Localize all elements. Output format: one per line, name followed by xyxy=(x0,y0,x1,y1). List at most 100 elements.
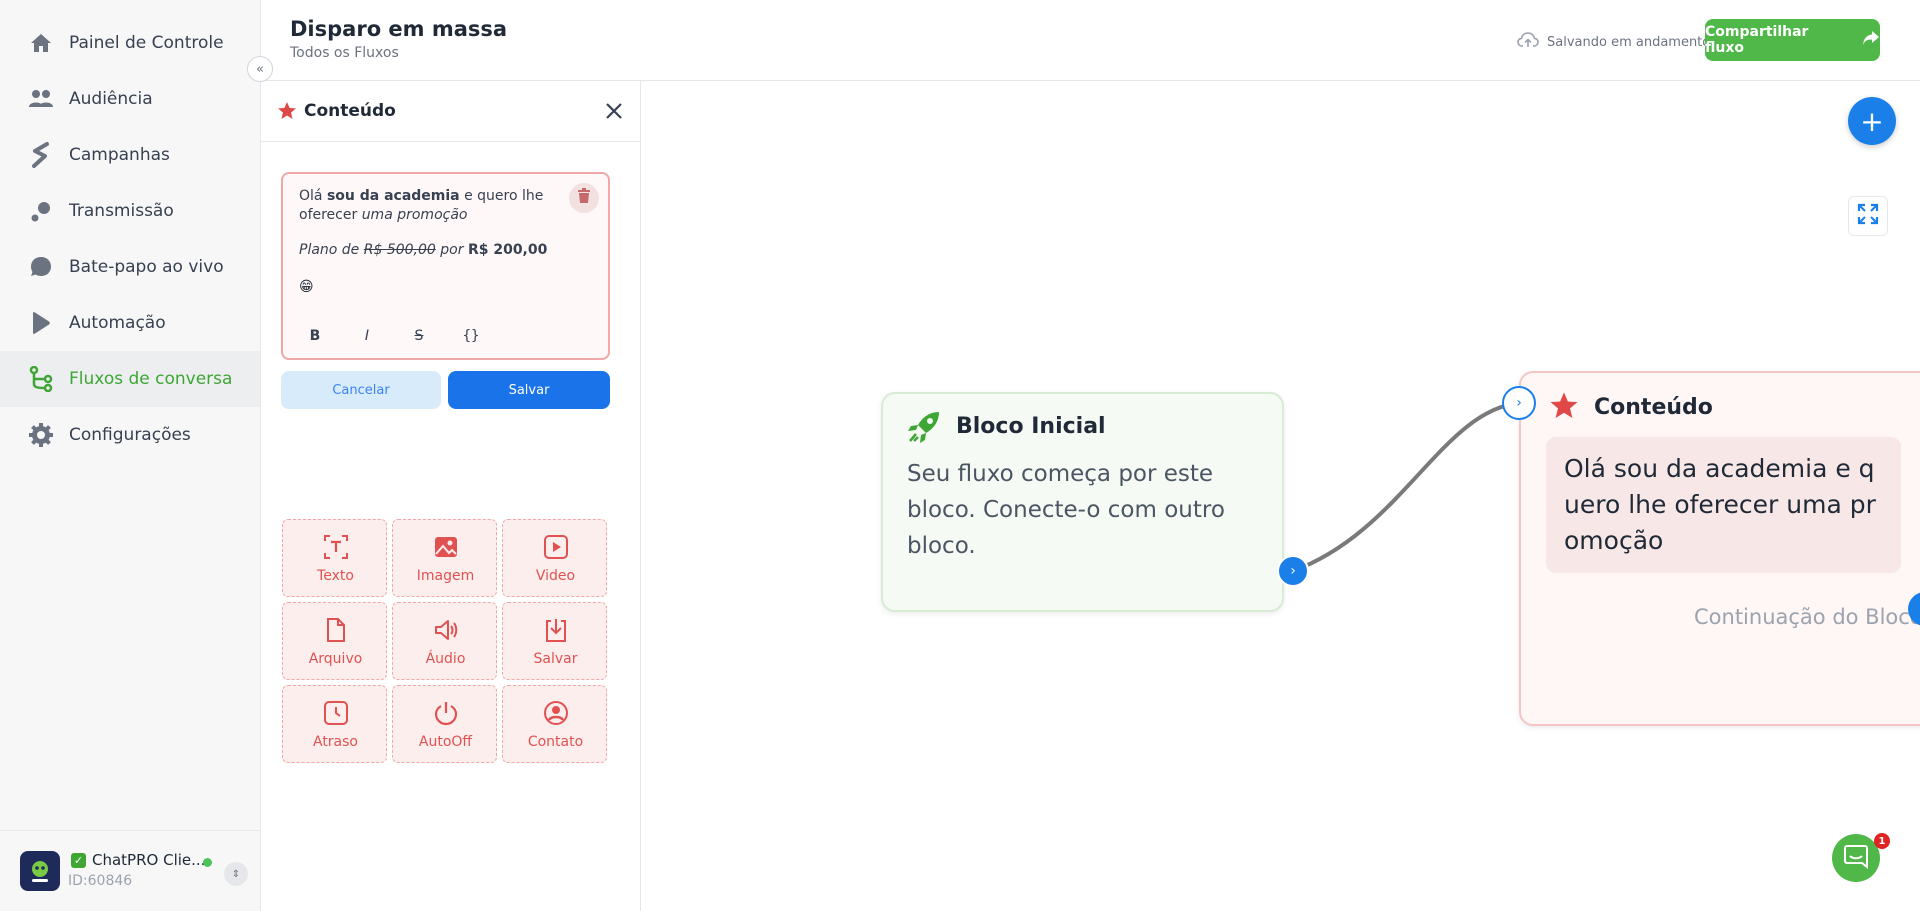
audio-icon xyxy=(433,617,459,643)
sidebar-item-configuracoes[interactable]: Configurações xyxy=(0,407,260,463)
image-icon xyxy=(433,534,459,560)
star-icon xyxy=(277,101,297,125)
sidebar-item-label: Fluxos de conversa xyxy=(69,369,233,389)
sidebar-item-bate-papo[interactable]: Bate-papo ao vivo xyxy=(0,239,260,295)
italic-button[interactable]: I xyxy=(355,328,379,344)
broadcast-icon xyxy=(27,197,55,225)
page-title: Disparo em massa xyxy=(290,17,508,41)
text-icon xyxy=(323,534,349,560)
gear-icon xyxy=(27,421,55,449)
home-icon xyxy=(27,29,55,57)
sidebar-item-campanhas[interactable]: Campanhas xyxy=(0,127,260,183)
save-button[interactable]: Salvar xyxy=(448,371,610,409)
editor-italic-text: uma promoção xyxy=(361,207,468,223)
tool-label: Contato xyxy=(527,734,584,750)
sidebar-item-transmissao[interactable]: Transmissão xyxy=(0,183,260,239)
tool-autooff[interactable]: AutoOff xyxy=(392,685,497,763)
tool-audio[interactable]: Áudio xyxy=(392,602,497,680)
sidebar-item-label: Bate-papo ao vivo xyxy=(69,257,224,277)
tool-texto[interactable]: Texto xyxy=(282,519,387,597)
sidebar-item-automacao[interactable]: Automação xyxy=(0,295,260,351)
tool-video[interactable]: Video xyxy=(502,519,607,597)
tool-label: Video xyxy=(535,568,576,584)
account-id: ID:60846 xyxy=(68,873,133,889)
chevron-updown-icon[interactable]: ⇕ xyxy=(224,862,248,886)
breadcrumb[interactable]: Todos os Fluxos xyxy=(290,45,399,61)
panel-header: Conteúdo xyxy=(261,81,641,142)
content-panel: Conteúdo Olá sou da academia e quero lhe… xyxy=(261,81,641,911)
cloud-upload-icon xyxy=(1517,31,1539,53)
sidebar-item-label: Automação xyxy=(69,313,166,333)
editor-line-1: Olá sou da academia e quero lhe oferecer… xyxy=(299,187,579,225)
editor-strike-text: R$ 500,00 xyxy=(363,242,436,258)
delete-button[interactable] xyxy=(569,183,599,213)
bold-button[interactable]: B xyxy=(303,328,327,344)
save-status: Salvando em andamento xyxy=(1517,31,1710,53)
tool-label: Texto xyxy=(317,568,354,584)
sidebar-item-label: Audiência xyxy=(69,89,153,109)
share-flow-label: Compartilhar fluxo xyxy=(1705,24,1809,56)
trash-icon xyxy=(577,188,591,208)
online-status-dot xyxy=(203,858,212,867)
account-name: ChatPRO Clie... xyxy=(92,851,206,869)
tool-salvar[interactable]: Salvar xyxy=(502,602,607,680)
sidebar: Painel de Controle Audiência Campanhas T… xyxy=(0,0,261,911)
header: Disparo em massa Todos os Fluxos Salvand… xyxy=(261,0,1920,81)
output-port[interactable]: › xyxy=(1277,555,1309,587)
message-editor[interactable]: Olá sou da academia e quero lhe oferecer… xyxy=(281,172,610,360)
content-block-title: Conteúdo xyxy=(1594,395,1713,420)
fullscreen-button[interactable] xyxy=(1848,196,1888,236)
tool-label: Imagem xyxy=(416,568,475,584)
tool-label: Salvar xyxy=(533,651,578,667)
chat-bubble-icon xyxy=(27,253,55,281)
continuation-label: Continuação do Bloco xyxy=(1694,605,1920,629)
save-status-text: Salvando em andamento xyxy=(1547,34,1711,50)
editor-bold-text: sou da academia xyxy=(326,188,460,204)
account-switcher[interactable]: ✓ ChatPRO Clie... ID:60846 ⇕ xyxy=(0,830,260,911)
clock-icon xyxy=(323,700,349,726)
collapse-sidebar-button[interactable]: « xyxy=(247,56,273,82)
content-block-message: Olá sou da academia e quero lhe oferecer… xyxy=(1546,437,1901,573)
sidebar-item-audiencia[interactable]: Audiência xyxy=(0,71,260,127)
strikethrough-button[interactable]: S xyxy=(407,328,431,344)
sidebar-item-fluxos-de-conversa[interactable]: Fluxos de conversa xyxy=(0,351,260,407)
campaign-icon xyxy=(27,141,55,169)
power-icon xyxy=(433,700,459,726)
add-block-button[interactable]: + xyxy=(1848,97,1896,145)
close-icon[interactable] xyxy=(602,99,626,123)
editor-emoji: 😁 xyxy=(299,279,314,295)
rocket-icon xyxy=(907,410,941,448)
tool-label: AutoOff xyxy=(418,734,473,750)
expand-icon xyxy=(1857,203,1879,229)
tool-label: Arquivo xyxy=(308,651,363,667)
notification-badge: 1 xyxy=(1874,833,1890,849)
editor-text: Olá xyxy=(299,188,327,204)
play-icon xyxy=(27,309,55,337)
share-flow-button[interactable]: Compartilhar fluxo xyxy=(1705,19,1880,61)
sidebar-item-label: Painel de Controle xyxy=(69,33,224,53)
tool-arquivo[interactable]: Arquivo xyxy=(282,602,387,680)
tool-imagem[interactable]: Imagem xyxy=(392,519,497,597)
content-block[interactable]: Conteúdo Olá sou da academia e quero lhe… xyxy=(1519,371,1920,726)
flow-canvas[interactable]: + Bloco Inicial Seu fluxo começa por est… xyxy=(642,81,1920,911)
tool-atraso[interactable]: Atraso xyxy=(282,685,387,763)
start-block-title: Bloco Inicial xyxy=(956,414,1106,439)
users-icon xyxy=(27,85,55,113)
variable-button[interactable]: {} xyxy=(459,328,483,344)
support-chat-button[interactable] xyxy=(1832,834,1880,882)
editor-text: Plano de xyxy=(299,242,364,258)
download-icon xyxy=(543,617,569,643)
editor-line-2: Plano de R$ 500,00 por R$ 200,00 xyxy=(299,242,547,258)
sidebar-item-painel-de-controle[interactable]: Painel de Controle xyxy=(0,15,260,71)
start-block[interactable]: Bloco Inicial Seu fluxo começa por este … xyxy=(881,392,1284,612)
input-port[interactable]: › xyxy=(1502,386,1536,420)
chat-bubble-icon xyxy=(1843,843,1869,873)
cancel-button[interactable]: Cancelar xyxy=(281,371,441,409)
sidebar-item-label: Campanhas xyxy=(69,145,170,165)
editor-text: por xyxy=(435,242,468,258)
editor-bold-text: R$ 200,00 xyxy=(467,242,548,258)
tool-contato[interactable]: Contato xyxy=(502,685,607,763)
sidebar-item-label: Transmissão xyxy=(69,201,174,221)
verified-check-icon: ✓ xyxy=(71,853,86,868)
sidebar-item-label: Configurações xyxy=(69,425,191,445)
